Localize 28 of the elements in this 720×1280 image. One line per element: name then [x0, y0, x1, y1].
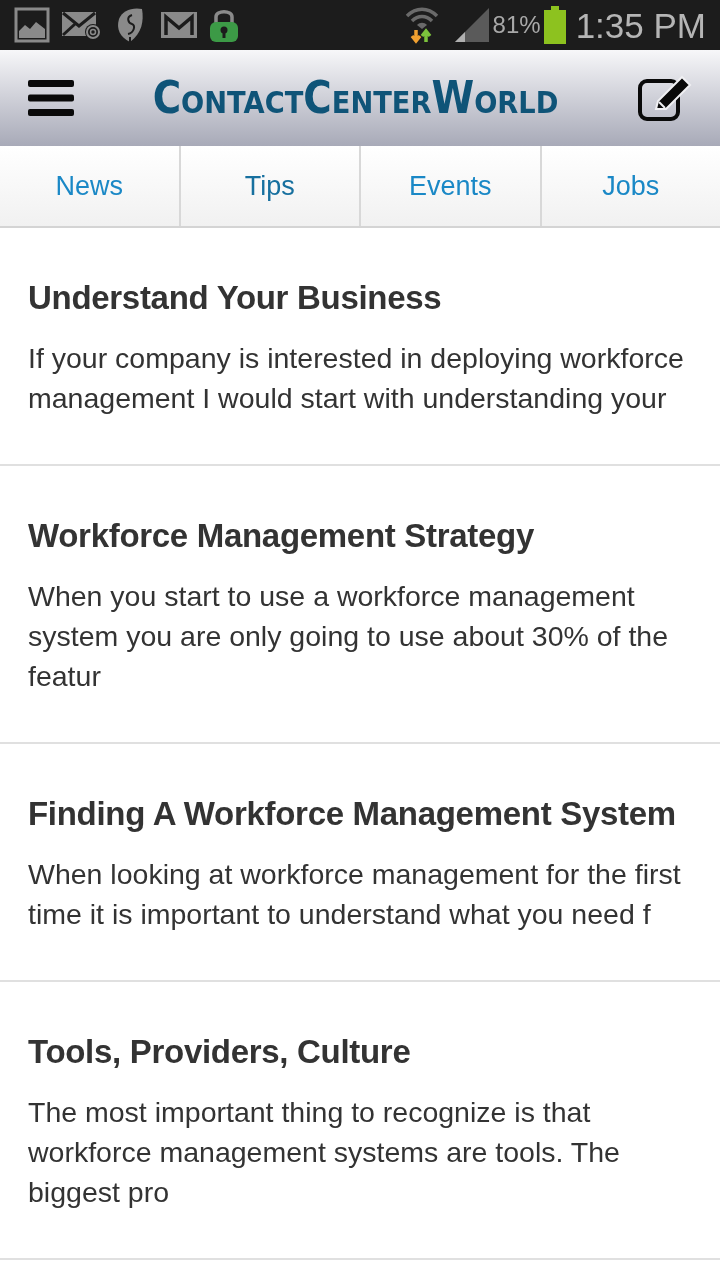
leaf-icon [116, 7, 144, 43]
article-excerpt: When looking at workforce management for the first time it is important to understand what you need f [28, 857, 682, 932]
envelope-m-icon [160, 11, 198, 39]
article-item[interactable]: Understand Your Business If your company is interested in deploying workforce management I would start with understanding your [0, 228, 720, 466]
menu-icon[interactable] [28, 80, 74, 116]
article-title: Understand Your Business [28, 278, 443, 318]
article-item[interactable]: Tools, Providers, Culture The most important thing to recognize is that workforce management systems are tools. The biggest pro [0, 982, 720, 1260]
article-item[interactable]: Workforce Management Strategy When you start to use a workforce management system you are only going to use about 30% of the featur [0, 466, 720, 744]
wifi-data-icon [404, 6, 439, 44]
nav-tab[interactable]: Tips [178, 146, 359, 226]
app-logo: ContactCenterWorld [153, 76, 559, 120]
signal-icon [454, 8, 489, 42]
picture-icon [14, 7, 50, 43]
battery-percent: 81% [492, 10, 541, 40]
nav-tab[interactable]: Jobs [539, 146, 720, 226]
article-title: Tools, Providers, Culture [28, 1032, 412, 1072]
mail-at-icon [62, 10, 102, 40]
article-item[interactable]: Finding A Workforce Management System When looking at workforce management for the first time it is important to understand what you need f [0, 744, 720, 982]
lock-icon [208, 7, 240, 43]
article-title: Finding A Workforce Management System [28, 794, 677, 834]
status-time: 1:35 PM [575, 7, 706, 43]
article-excerpt: When you start to use a workforce management system you are only going to use about 30% of the featur [28, 579, 670, 694]
battery-icon [543, 6, 566, 44]
edit-icon[interactable] [638, 75, 692, 121]
article-title: Workforce Management Strategy [28, 516, 535, 556]
article-excerpt: The most important thing to recognize is that workforce management systems are tools. The biggest pro [28, 1095, 621, 1210]
nav-tab[interactable]: Events [359, 146, 540, 226]
article-excerpt: If your company is interested in deploying workforce management I would start with understanding your [28, 341, 685, 416]
